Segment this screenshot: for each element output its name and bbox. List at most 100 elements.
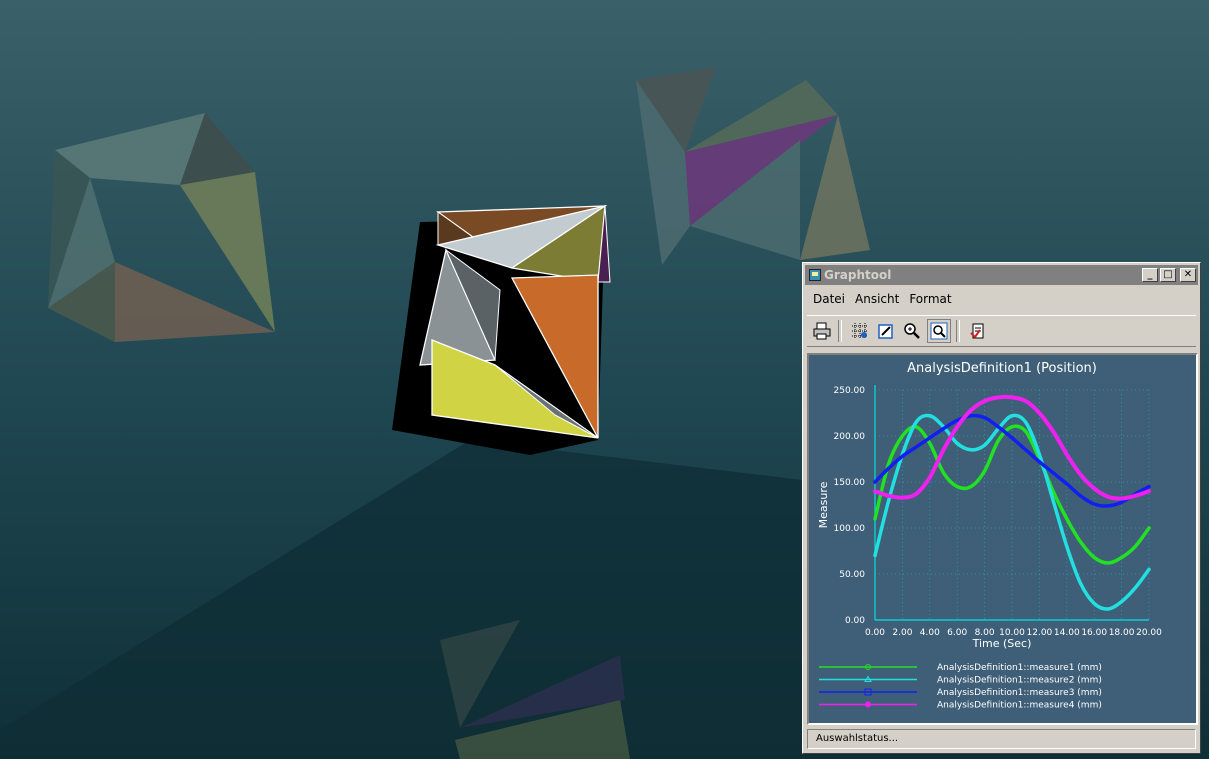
- edit-icon[interactable]: [875, 320, 897, 342]
- data-point: [900, 454, 904, 458]
- data-point: [928, 414, 932, 418]
- chart-title: AnalysisDefinition1 (Position): [907, 361, 1097, 376]
- data-point: [1037, 411, 1041, 415]
- title-bar[interactable]: Graphtool _ □ ✕: [805, 265, 1198, 285]
- toolbar-separator: [956, 320, 960, 342]
- data-point: [928, 436, 932, 440]
- data-point: [1024, 429, 1028, 433]
- polyhedron-center: [392, 204, 611, 455]
- data-point: [1037, 460, 1041, 464]
- data-point: [1051, 471, 1055, 475]
- data-point: [914, 445, 918, 449]
- series-line-measure2: [873, 413, 1151, 611]
- menu-ansicht[interactable]: Ansicht: [855, 292, 899, 306]
- data-point: [1133, 586, 1137, 590]
- data-point: [1078, 581, 1083, 585]
- data-point: [969, 485, 973, 489]
- maximize-button[interactable]: □: [1160, 268, 1176, 282]
- data-point: [873, 489, 877, 493]
- y-tick-label: 150.00: [834, 478, 866, 488]
- data-point: [914, 492, 918, 496]
- x-tick-label: 14.00: [1054, 628, 1080, 638]
- data-point: [1120, 500, 1124, 504]
- export-icon[interactable]: [967, 320, 989, 342]
- data-point: [1024, 399, 1028, 403]
- data-point: [928, 475, 932, 479]
- data-point: [1106, 495, 1110, 499]
- data-point: [1133, 494, 1137, 498]
- app-icon: [809, 269, 821, 281]
- legend-label: AnalysisDefinition1::measure4 (mm): [937, 701, 1102, 711]
- legend-label: AnalysisDefinition1::measure2 (mm): [937, 676, 1102, 686]
- data-point: [1120, 496, 1124, 501]
- data-point: [969, 414, 973, 418]
- y-axis-label: Measure: [817, 481, 830, 528]
- data-point: [1010, 425, 1014, 429]
- chart-panel[interactable]: AnalysisDefinition1 (Position) 0.00 50.00 1…: [807, 353, 1198, 725]
- x-tick-label: 0.00: [865, 628, 885, 638]
- y-tick-label: 0.00: [845, 616, 865, 626]
- menu-bar: Datei Ansicht Format: [807, 289, 1196, 309]
- data-point: [1078, 494, 1083, 498]
- window-title: Graphtool: [824, 268, 892, 282]
- data-point: [887, 494, 891, 498]
- data-point: [1024, 448, 1028, 452]
- data-point: [1147, 526, 1151, 530]
- zoom-in-icon[interactable]: [901, 320, 923, 342]
- graphtool-window: Graphtool _ □ ✕ Datei Ansicht Format Ana…: [802, 262, 1201, 754]
- legend-label: AnalysisDefinition1::measure1 (mm): [937, 663, 1102, 673]
- data-point: [983, 399, 987, 403]
- close-button[interactable]: ✕: [1180, 268, 1196, 282]
- data-point: [1065, 482, 1069, 486]
- data-point: [996, 395, 1000, 399]
- zoom-fit-icon[interactable]: [927, 319, 951, 343]
- data-point: [1120, 600, 1124, 604]
- data-point: [1010, 395, 1014, 399]
- data-point: [1092, 486, 1096, 491]
- data-point: [1078, 540, 1083, 544]
- x-tick-label: 20.00: [1136, 628, 1162, 638]
- data-point: [983, 469, 987, 473]
- toolbar: [807, 315, 1196, 347]
- data-point: [900, 434, 904, 438]
- data-point: [887, 498, 891, 502]
- data-point: [1078, 473, 1083, 477]
- data-point: [1106, 607, 1110, 611]
- y-tick-label: 50.00: [839, 570, 865, 580]
- data-point: [1010, 436, 1014, 440]
- menu-datei[interactable]: Datei: [813, 292, 845, 306]
- data-point: [900, 496, 904, 500]
- data-point: [1092, 601, 1096, 606]
- data-point: [955, 441, 959, 445]
- y-tick-label: 250.00: [834, 386, 866, 396]
- data-point: [983, 443, 987, 447]
- data-point: [1037, 452, 1041, 456]
- grid-icon[interactable]: [849, 320, 871, 342]
- data-point: [873, 554, 877, 558]
- x-tick-label: 4.00: [920, 628, 940, 638]
- y-tick-label: 100.00: [834, 524, 866, 534]
- data-point: [1065, 544, 1069, 548]
- data-point: [941, 471, 946, 475]
- data-point: [1092, 502, 1096, 506]
- data-point: [1147, 489, 1151, 493]
- toolbar-separator: [838, 320, 842, 342]
- x-axis-label: Time (Sec): [972, 637, 1032, 650]
- x-tick-label: 18.00: [1109, 628, 1135, 638]
- data-point: [983, 416, 987, 420]
- data-point: [1010, 414, 1014, 418]
- data-point: [1051, 429, 1055, 433]
- minimize-button[interactable]: _: [1142, 268, 1158, 282]
- data-point: [873, 480, 877, 484]
- data-point: [1051, 498, 1055, 502]
- data-point: [941, 427, 946, 431]
- data-point: [887, 466, 891, 470]
- data-point: [1106, 561, 1110, 565]
- data-point: [955, 425, 959, 429]
- data-point: [1147, 485, 1151, 489]
- print-icon[interactable]: [811, 320, 833, 342]
- menu-format[interactable]: Format: [909, 292, 951, 306]
- legend-label: AnalysisDefinition1::measure3 (mm): [937, 688, 1102, 698]
- data-point: [996, 425, 1000, 429]
- status-bar: Auswahlstatus...: [807, 729, 1196, 749]
